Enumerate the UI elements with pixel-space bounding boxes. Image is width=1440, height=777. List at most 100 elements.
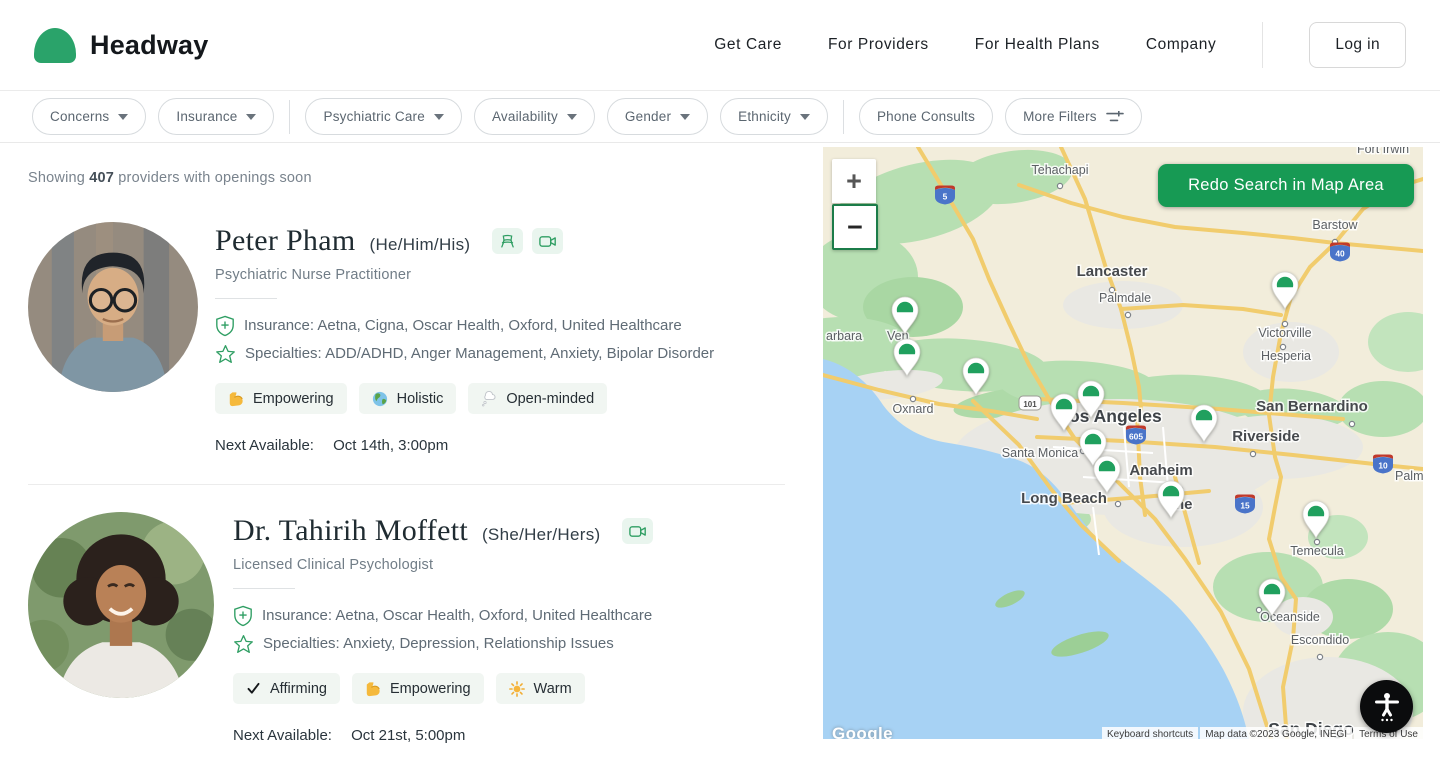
nav-link-company[interactable]: Company (1146, 36, 1217, 54)
map-label-oxnard: Oxnard (893, 402, 934, 416)
filter-group-divider (289, 100, 290, 134)
town-dot (1250, 451, 1255, 456)
svg-text:15: 15 (1240, 500, 1250, 510)
nav-divider (1262, 22, 1263, 68)
next-available-label: Next Available: (233, 727, 332, 744)
filter-label: Psychiatric Care (323, 109, 424, 124)
map-label-lancaster: Lancaster (1077, 263, 1148, 280)
in-person-session-icon (492, 228, 523, 254)
attribution-map-data-2023-google-inegi[interactable]: Map data ©2023 Google, INEGI (1200, 727, 1352, 739)
next-available-time: Oct 14th, 3:00pm (333, 437, 448, 454)
map-canvas: Fort Irwin Tehachapi Barstow Lancaster Palmd… (823, 147, 1423, 739)
divider (215, 298, 277, 299)
filter-label: Concerns (50, 109, 109, 124)
interstate-shield-40: 40 (1330, 243, 1350, 262)
badge-label: Warm (534, 681, 572, 697)
globe-icon (372, 391, 388, 407)
zoom-out-button[interactable]: − (832, 204, 878, 250)
filter-phone-consults[interactable]: Phone Consults (859, 98, 993, 135)
divider (233, 588, 295, 589)
provider-pronouns: (She/Her/Hers) (482, 525, 601, 545)
results-prefix: Showing (28, 170, 85, 186)
filter-label: Gender (625, 109, 671, 124)
provider-card: Peter Pham (He/Him/His) Psychiatric Nurs… (28, 222, 795, 454)
filter-availability[interactable]: Availability (474, 98, 595, 135)
star-icon (215, 344, 236, 364)
personality-badges: EmpoweringHolisticOpen-minded (215, 383, 714, 414)
map[interactable]: Fort Irwin Tehachapi Barstow Lancaster Palmd… (823, 147, 1423, 739)
map-label-long-beach: Long Beach (1021, 490, 1107, 507)
card-separator (28, 484, 785, 485)
accessibility-widget-button[interactable] (1360, 680, 1413, 733)
town-dot (1125, 312, 1130, 317)
insurance-list: Aetna, Oscar Health, Oxford, United Heal… (335, 607, 652, 624)
headway-dome-icon (34, 28, 76, 63)
filter-gender[interactable]: Gender (607, 98, 708, 135)
map-label-victorville: Victorville (1258, 326, 1311, 340)
map-label-fort-irwin: Fort Irwin (1357, 147, 1409, 156)
filter-psychiatric-care[interactable]: Psychiatric Care (305, 98, 461, 135)
insurance-line: Insurance: Aetna, Oscar Health, Oxford, … (233, 602, 653, 630)
provider-title: Licensed Clinical Psychologist (233, 557, 653, 573)
badge-open-minded: Open-minded (468, 383, 607, 414)
filter-bar: Concerns Insurance Psychiatric Care Availab… (0, 91, 1440, 143)
provider-name[interactable]: Dr. Tahirih Moffett (233, 514, 468, 548)
main-nav: Get Care For Providers For Health Plans Com… (714, 22, 1406, 68)
specialties-list: ADD/ADHD, Anger Management, Anxiety, Bip… (325, 345, 714, 362)
provider-avatar[interactable] (28, 222, 198, 392)
google-logo[interactable]: Google (832, 724, 893, 739)
filter-concerns[interactable]: Concerns (32, 98, 146, 135)
map-label-san-bernardino: San Bernardino (1256, 398, 1368, 415)
attribution-keyboard-shortcuts[interactable]: Keyboard shortcuts (1102, 727, 1198, 739)
next-available-label: Next Available: (215, 437, 314, 454)
results-count: 407 (89, 170, 114, 186)
badge-label: Open-minded (506, 391, 594, 407)
town-dot (1317, 654, 1322, 659)
interstate-shield-5: 5 (935, 186, 955, 205)
provider-name[interactable]: Peter Pham (215, 224, 355, 258)
filter-more-filters[interactable]: More Filters (1005, 98, 1142, 135)
nav-link-for-providers[interactable]: For Providers (828, 36, 929, 54)
filter-insurance[interactable]: Insurance (158, 98, 274, 135)
brand-name: Headway (90, 30, 208, 61)
results-suffix: providers with openings soon (118, 170, 311, 186)
specialties-label: Specialties: (245, 345, 322, 362)
map-label-tehachapi: Tehachapi (1032, 163, 1089, 177)
nav-link-get-care[interactable]: Get Care (714, 36, 782, 54)
caret-down-icon (680, 114, 690, 120)
map-label-barstow: Barstow (1312, 218, 1358, 232)
zoom-in-button[interactable]: + (832, 159, 876, 203)
badge-label: Holistic (397, 391, 444, 407)
map-label-santa-monica: Santa Monica (1002, 446, 1078, 460)
login-button[interactable]: Log in (1309, 22, 1406, 68)
specialties-line: Specialties: Anxiety, Depression, Relati… (233, 630, 653, 658)
provider-card-body: Dr. Tahirih Moffett (She/Her/Hers) Licen… (233, 512, 653, 744)
content: Showing 407 providers with openings soon (0, 143, 1440, 744)
headway-logo[interactable]: Headway (34, 28, 208, 63)
interstate-shield-10: 10 (1373, 455, 1393, 474)
map-label-escondido: Escondido (1291, 633, 1349, 647)
provider-name-row: Dr. Tahirih Moffett (She/Her/Hers) (233, 514, 653, 548)
shield-plus-icon (233, 605, 253, 627)
filter-label: Insurance (176, 109, 237, 124)
badge-label: Empowering (390, 681, 471, 697)
badge-affirming: Affirming (233, 673, 340, 704)
next-available: Next Available: Oct 14th, 3:00pm (215, 437, 714, 454)
filter-ethnicity[interactable]: Ethnicity (720, 98, 828, 135)
map-label-palmdale: Palmdale (1099, 291, 1151, 305)
town-dot (1349, 421, 1354, 426)
accessibility-person-icon (1372, 691, 1402, 723)
provider-card: Dr. Tahirih Moffett (She/Her/Hers) Licen… (28, 512, 795, 744)
provider-avatar[interactable] (28, 512, 214, 698)
badge-holistic: Holistic (359, 383, 457, 414)
nav-link-for-health-plans[interactable]: For Health Plans (975, 36, 1100, 54)
check-icon (246, 681, 261, 696)
next-available: Next Available: Oct 21st, 5:00pm (233, 727, 653, 744)
filter-lines-icon (1106, 111, 1124, 123)
svg-text:40: 40 (1335, 248, 1345, 258)
map-label-oceanside: Oceanside (1260, 610, 1320, 624)
redo-search-button[interactable]: Redo Search in Map Area (1158, 164, 1414, 207)
svg-text:10: 10 (1378, 460, 1388, 470)
caret-down-icon (800, 114, 810, 120)
svg-text:101: 101 (1023, 400, 1037, 409)
